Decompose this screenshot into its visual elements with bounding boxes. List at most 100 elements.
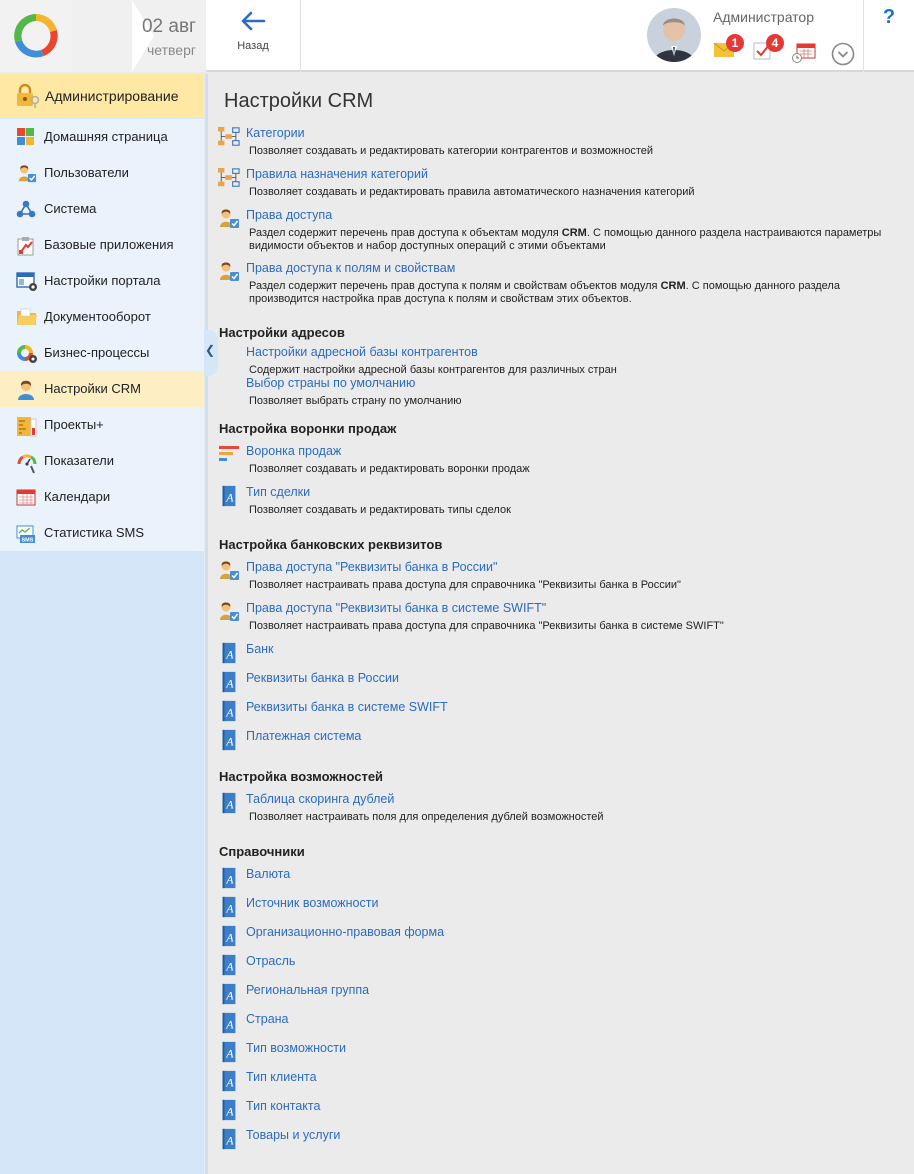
setting-description: Позволяет выбрать страну по умолчанию [249, 395, 462, 407]
dictionary-book-icon [218, 642, 240, 664]
hierarchy-icon [218, 167, 240, 189]
sidebar-item-crm-settings[interactable]: Настройки CRM [0, 371, 204, 407]
crm-user-icon [16, 380, 36, 400]
dictionary-book-icon [218, 1012, 240, 1034]
tasks-badge: 4 [766, 34, 784, 52]
sidebar-section-header[interactable]: Администрирование [0, 74, 204, 118]
calendar-events-button[interactable] [792, 42, 816, 69]
date-panel: 02 авг четверг [72, 0, 206, 72]
sidebar-item-document-flow[interactable]: Документооборот [0, 299, 204, 335]
sidebar-item-label: Документооборот [44, 309, 151, 324]
dictionary-link[interactable]: Источник возможности [246, 896, 378, 910]
setting-link[interactable]: Права доступа "Реквизиты банка в системе… [246, 601, 546, 615]
dictionary-link[interactable]: Тип клиента [246, 1070, 317, 1084]
user-avatar[interactable] [647, 8, 701, 62]
dictionary-book-icon [218, 671, 240, 693]
setting-link[interactable]: Выбор страны по умолчанию [246, 376, 415, 390]
app-logo[interactable] [0, 0, 72, 72]
setting-description: Содержит настройки адресной базы контраг… [249, 364, 617, 376]
dictionary-book-icon [218, 485, 240, 507]
sidebar-item-base-apps[interactable]: Базовые приложения [0, 227, 204, 263]
setting-description: Позволяет настраивать поля для определен… [249, 811, 604, 823]
task-notifications[interactable]: 4 [753, 34, 784, 65]
dictionary-link[interactable]: Организационно-правовая форма [246, 925, 444, 939]
dictionary-link[interactable]: Региональная группа [246, 983, 369, 997]
access-rights-icon [218, 208, 240, 230]
calendar-icon [16, 488, 36, 506]
sidebar-item-sms-stats[interactable]: SMS Статистика SMS [0, 515, 204, 551]
hierarchy-icon [218, 126, 240, 148]
dictionary-link[interactable]: Тип возможности [246, 1041, 346, 1055]
setting-description: Позволяет настраивать права доступа для … [249, 620, 724, 632]
sidebar-item-label: Настройки CRM [44, 381, 141, 396]
sidebar-item-users[interactable]: Пользователи [0, 155, 204, 191]
user-name[interactable]: Администратор [713, 9, 814, 25]
sidebar-item-projects[interactable]: Проекты+ [0, 407, 204, 443]
sidebar-item-label: Проекты+ [44, 417, 104, 432]
back-label: Назад [237, 40, 269, 52]
sms-icon: SMS [16, 524, 36, 544]
dictionary-book-icon [218, 925, 240, 947]
sidebar-section-title: Администрирование [45, 88, 179, 104]
top-bar: 02 авг четверг Назад Администратор 1 4 ? [0, 0, 914, 72]
portal-settings-icon [16, 272, 37, 291]
dictionary-book-icon [218, 1041, 240, 1063]
setting-link[interactable]: Банк [246, 642, 274, 656]
setting-link[interactable]: Реквизиты банка в системе SWIFT [246, 700, 448, 714]
setting-description: Позволяет создавать и редактировать кате… [249, 145, 653, 157]
help-button[interactable]: ? [863, 0, 914, 72]
funnel-icon [218, 444, 240, 466]
setting-link[interactable]: Настройки адресной базы контрагентов [246, 345, 478, 359]
main-content: Настройки CRM Категории Позволяет создав… [208, 74, 914, 1174]
sidebar-item-system[interactable]: Система [0, 191, 204, 227]
sidebar-item-portal-settings[interactable]: Настройки портала [0, 263, 204, 299]
setting-link[interactable]: Права доступа "Реквизиты банка в России" [246, 560, 497, 574]
sidebar-item-business-processes[interactable]: Бизнес-процессы [0, 335, 204, 371]
setting-link[interactable]: Права доступа к полям и свойствам [246, 261, 455, 275]
base-apps-icon [16, 236, 36, 256]
setting-link[interactable]: Правила назначения категорий [246, 167, 428, 181]
back-button[interactable]: Назад [206, 0, 301, 72]
dictionary-link[interactable]: Отрасль [246, 954, 295, 968]
dictionary-link[interactable]: Тип контакта [246, 1099, 320, 1113]
setting-description: Раздел содержит перечень прав доступа к … [249, 227, 882, 252]
sidebar-item-label: Домашняя страница [44, 129, 168, 144]
current-weekday: четверг [147, 42, 196, 58]
sidebar-item-label: Базовые приложения [44, 237, 174, 252]
lock-key-icon [14, 83, 40, 113]
current-date: 02 авг [141, 16, 196, 37]
sidebar-item-home[interactable]: Домашняя страница [0, 119, 204, 155]
section-title-bank: Настройка банковских реквизитов [219, 537, 443, 552]
setting-link[interactable]: Тип сделки [246, 485, 310, 499]
calendar-clock-icon [792, 43, 816, 63]
access-rights-icon [218, 601, 240, 623]
business-process-icon [16, 344, 37, 363]
sidebar-item-label: Показатели [44, 453, 114, 468]
help-icon: ? [882, 6, 896, 28]
setting-link[interactable]: Реквизиты банка в России [246, 671, 399, 685]
mail-notifications[interactable]: 1 [713, 34, 744, 63]
sidebar-item-calendars[interactable]: Календари [0, 479, 204, 515]
setting-description: Позволяет создавать и редактировать типы… [249, 504, 511, 516]
more-menu-button[interactable] [831, 42, 855, 71]
sidebar-item-indicators[interactable]: Показатели [0, 443, 204, 479]
svg-text:SMS: SMS [22, 538, 34, 544]
setting-link[interactable]: Воронка продаж [246, 444, 341, 458]
setting-link[interactable]: Платежная система [246, 729, 361, 743]
dictionary-book-icon [218, 700, 240, 722]
dictionary-link[interactable]: Товары и услуги [246, 1128, 340, 1142]
logo-ring-icon [14, 14, 58, 58]
dictionary-book-icon [218, 867, 240, 889]
users-icon [16, 164, 36, 182]
setting-link[interactable]: Права доступа [246, 208, 332, 222]
dictionary-link[interactable]: Валюта [246, 867, 290, 881]
arrow-left-icon [241, 11, 266, 31]
dictionary-link[interactable]: Страна [246, 1012, 289, 1026]
dictionary-book-icon [218, 1099, 240, 1121]
setting-link[interactable]: Категории [246, 126, 305, 140]
dictionary-book-icon [218, 729, 240, 751]
section-title-addresses: Настройки адресов [219, 325, 345, 340]
setting-description: Раздел содержит перечень прав доступа к … [249, 280, 840, 305]
sidebar-item-label: Пользователи [44, 165, 129, 180]
setting-link[interactable]: Таблица скоринга дублей [246, 792, 394, 806]
